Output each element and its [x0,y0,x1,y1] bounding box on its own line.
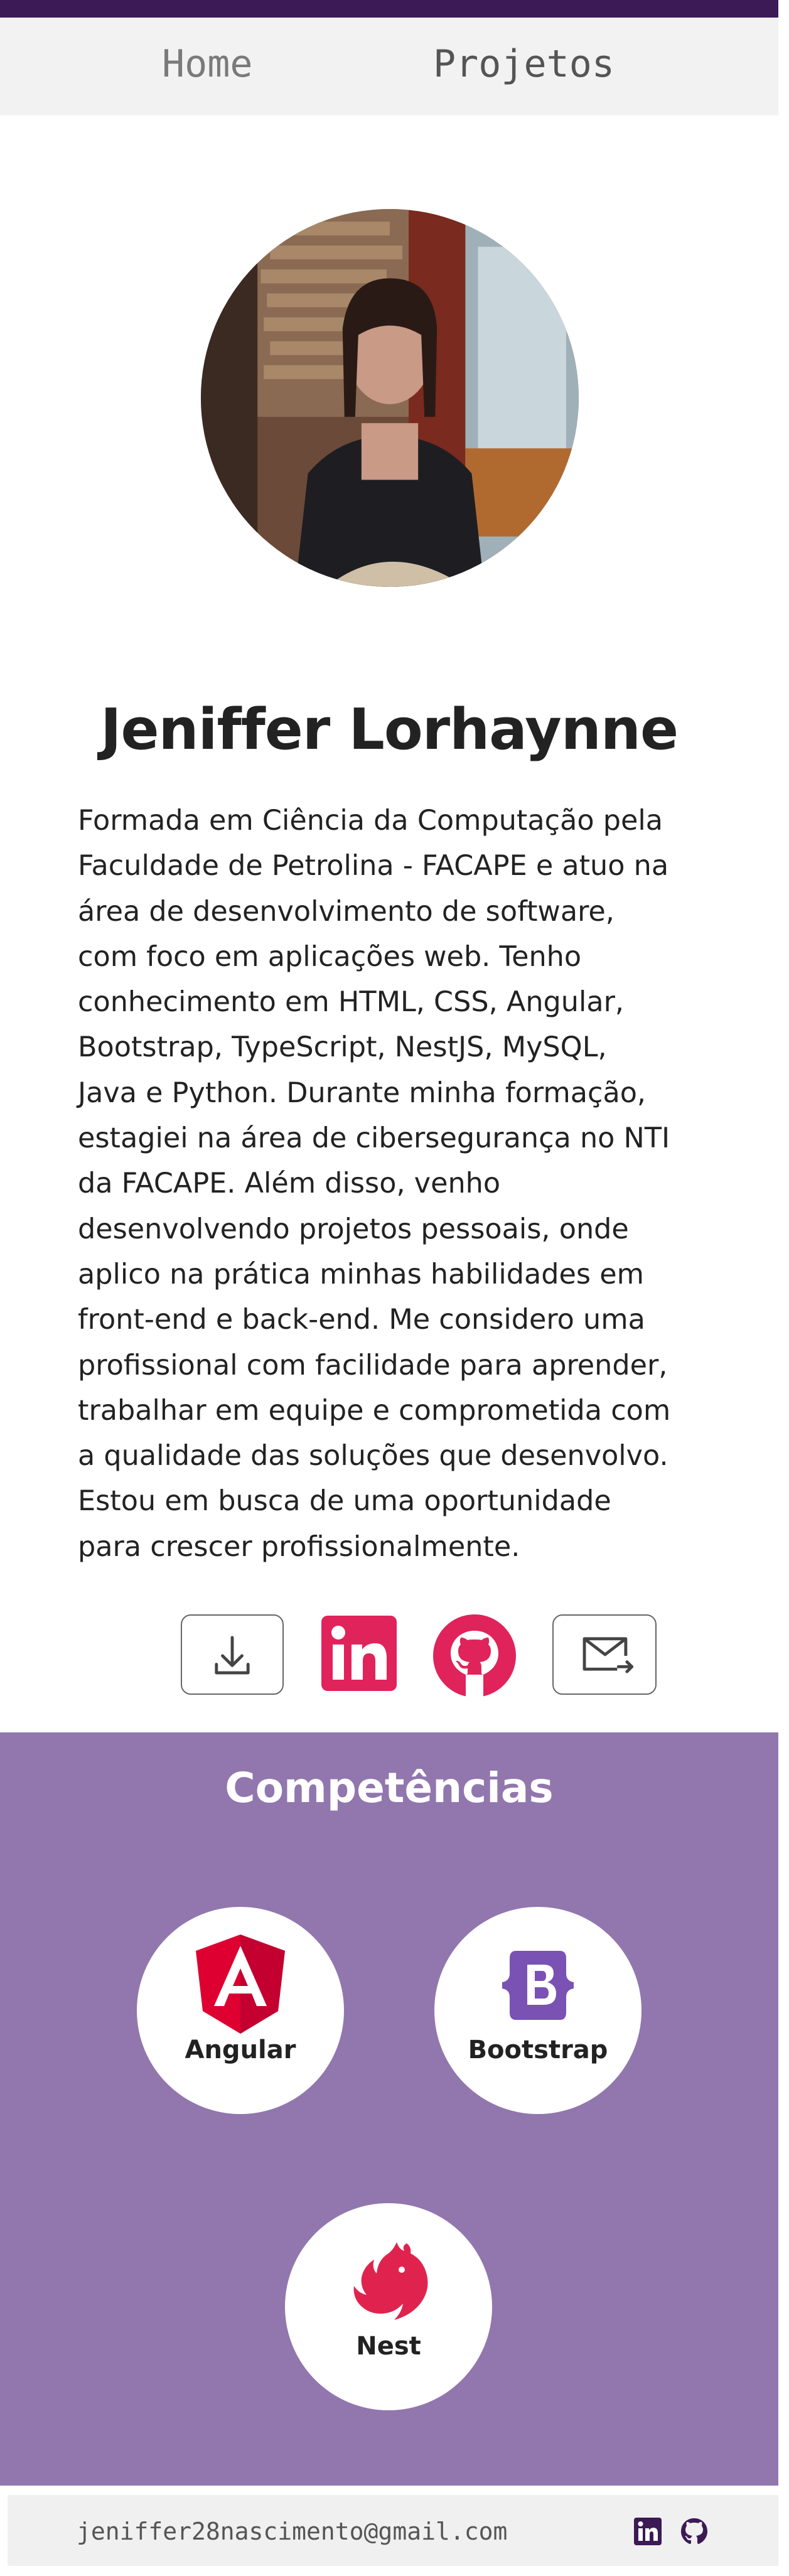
github-link[interactable] [433,1614,516,1697]
bio-line: a qualidade das soluções que desenvolvo. [78,1440,668,1473]
nav-link-projetos[interactable]: Projetos [433,45,615,83]
bootstrap-icon [502,1951,574,2020]
top-accent-bar [0,0,778,18]
linkedin-icon [634,2518,662,2545]
skill-label: Angular [185,2036,296,2064]
bio-line: profissional com facilidade para aprende… [78,1349,668,1382]
email-icon [582,1637,634,1673]
footer-email[interactable]: jeniffer28nascimento@gmail.com [77,2518,507,2545]
main-nav: Home Projetos [0,18,778,115]
skills-title: Competências [225,1764,554,1812]
footer: jeniffer28nascimento@gmail.com [8,2495,778,2566]
nav-link-home[interactable]: Home [162,45,253,83]
skill-card-bootstrap: Bootstrap [434,1907,641,2114]
skill-label: Nest [356,2332,421,2361]
email-button[interactable] [552,1614,657,1695]
github-icon [681,2518,707,2544]
bio-line: conhecimento em HTML, CSS, Angular, [78,986,625,1019]
profile-name: Jeniffer Lorhaynne [100,697,679,763]
bio-line: Bootstrap, TypeScript, NestJS, MySQL, [78,1031,607,1064]
footer-github-link[interactable] [679,2516,709,2546]
skill-card-angular: Angular [137,1907,344,2114]
bio-line: Faculdade de Petrolina - FACAPE e atuo n… [78,850,669,883]
bio-line: Java e Python. Durante minha formação, [78,1076,647,1109]
bio-line: trabalhar em equipe e comprometida com [78,1394,671,1427]
bio-line: com foco em aplicações web. Tenho [78,940,582,973]
skill-label: Bootstrap [468,2036,608,2064]
skill-card-nest: Nest [285,2203,492,2410]
angular-icon [196,1935,285,2034]
bio-line: desenvolvendo projetos pessoais, onde [78,1213,629,1245]
github-icon [433,1614,516,1697]
bio-line: estagiei na área de cibersegurança no NT… [78,1122,670,1155]
profile-photo [201,209,579,587]
skills-section: Competências Angular Bootstrap Nest [0,1732,778,2486]
bio-line: para crescer profissionalmente. [78,1530,520,1563]
bio-line: área de desenvolvimento de software, [78,895,615,928]
bio-line: aplico na prática minhas habilidades em [78,1258,644,1291]
profile-bio: Formada em Ciência da Computação pela Fa… [78,798,712,1570]
linkedin-link[interactable] [321,1616,397,1691]
download-icon [215,1636,250,1675]
bio-line: front-end e back-end. Me considero uma [78,1304,645,1336]
bio-line: Formada em Ciência da Computação pela [78,805,663,837]
footer-linkedin-link[interactable] [634,2518,662,2545]
bio-line: Estou em busca de uma oportunidade [78,1485,611,1518]
linkedin-icon [321,1616,397,1691]
download-cv-button[interactable] [181,1614,284,1695]
bio-line: da FACAPE. Além disso, venho [78,1167,501,1200]
nest-icon [353,2242,428,2320]
